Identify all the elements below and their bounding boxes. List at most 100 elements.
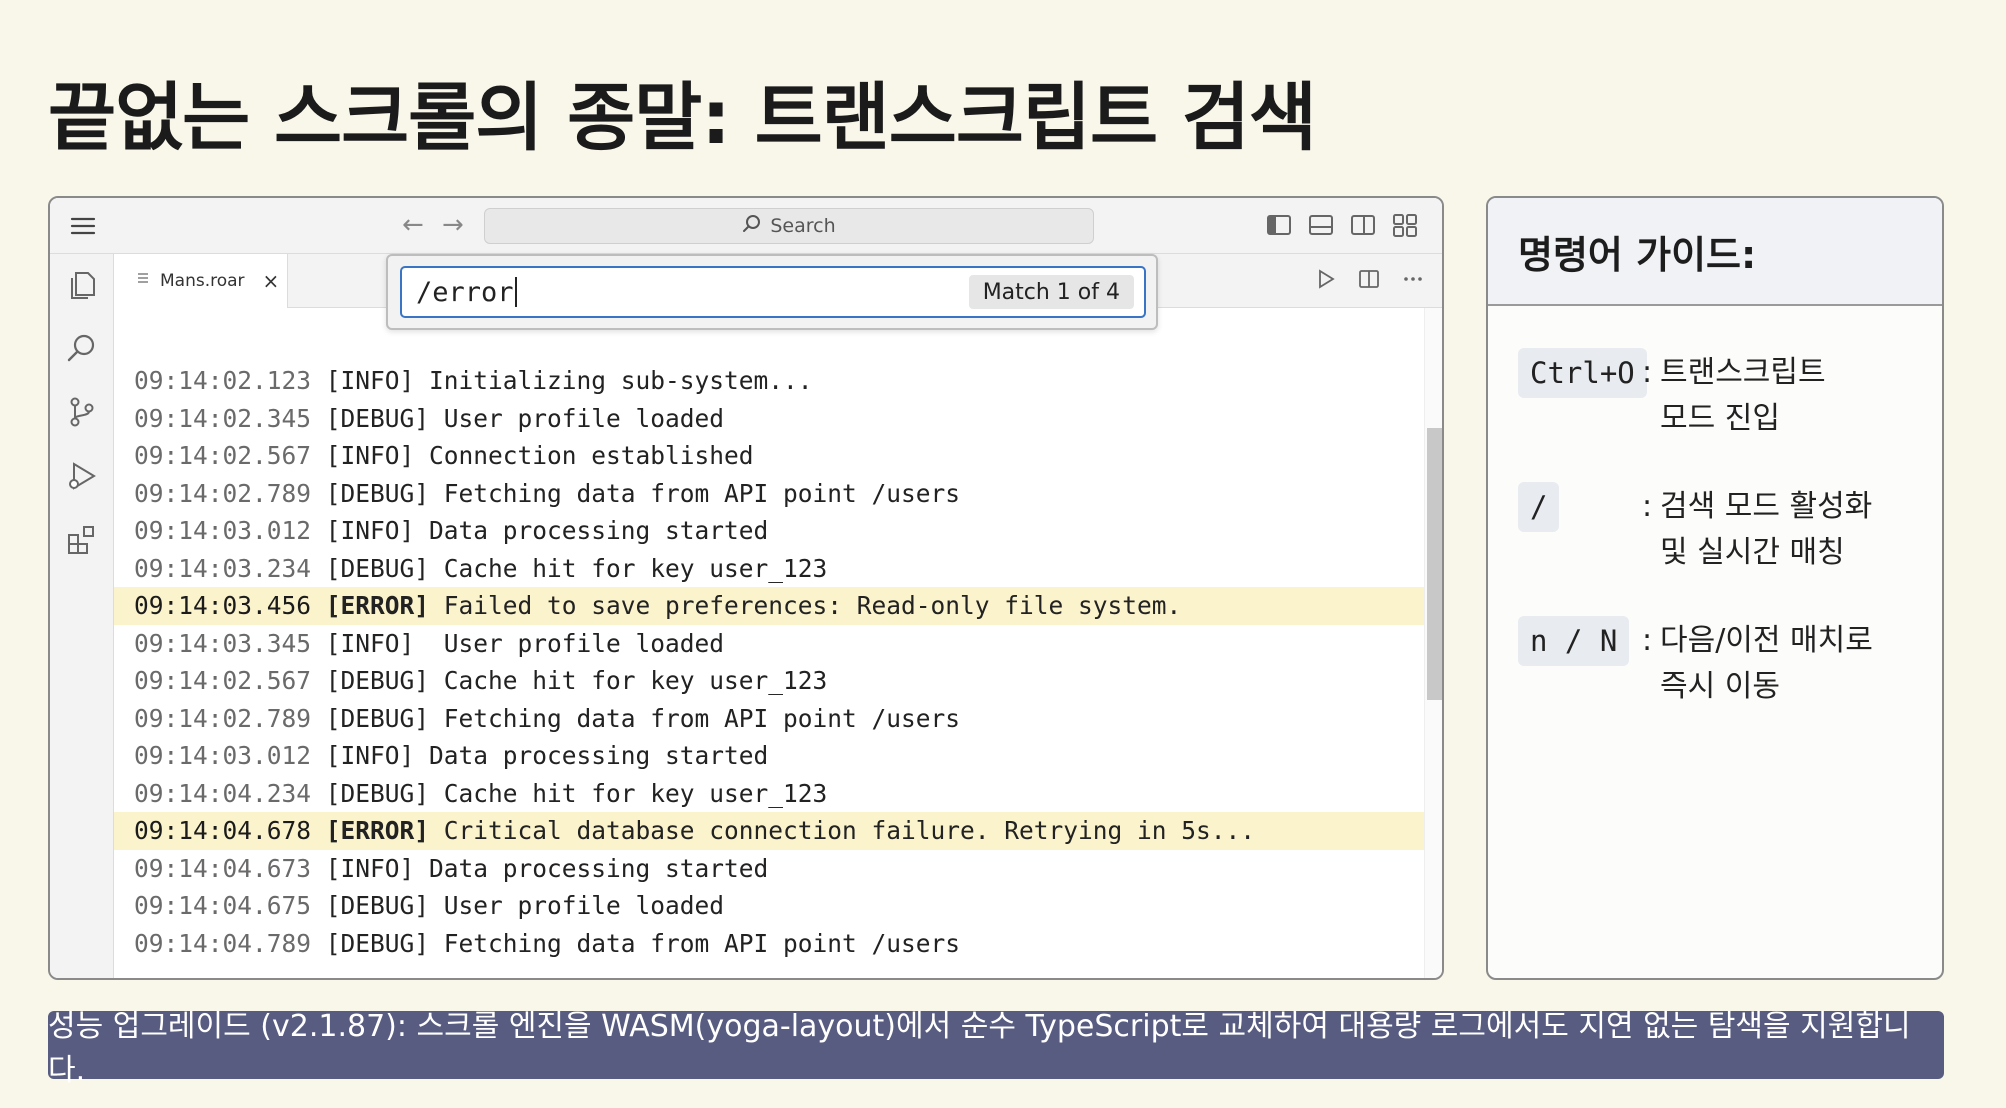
transcript-log[interactable]: 09:14:02.123 [INFO] Initializing sub-sys…	[114, 308, 1424, 978]
log-timestamp: 09:14:02.345	[134, 403, 312, 433]
layout-controls	[1266, 212, 1418, 238]
log-timestamp: 09:14:03.345	[134, 628, 312, 658]
log-timestamp: 09:14:03.012	[134, 741, 312, 770]
log-line: 09:14:02.123 [INFO] Initializing sub-sys…	[114, 362, 1424, 400]
performance-banner: 성능 업그레이드 (v2.1.87): 스크롤 엔진을 WASM(yoga-la…	[48, 1009, 1944, 1088]
command-guide-panel: 명령어 가이드: Ctrl+O : 트랜스크립트 모드 진입 / : 검색 모드…	[1486, 196, 1944, 980]
log-line: 09:14:04.673 [INFO] Data processing star…	[114, 850, 1424, 888]
run-icon[interactable]	[1316, 268, 1336, 296]
log-timestamp: 09:14:04.234	[134, 778, 312, 808]
shortcut-key: Ctrl+O	[1518, 348, 1647, 398]
shortcut-description: : 트랜스크립트 모드 진입	[1642, 355, 1826, 436]
log-message: Data processing started	[414, 516, 769, 545]
log-timestamp: 09:14:02.789	[134, 703, 312, 733]
log-line: 09:14:04.234 [DEBUG] Cache hit for key u…	[114, 775, 1424, 813]
log-message: Cache hit for key user_123	[429, 666, 828, 695]
log-message: Fetching data from API point /users	[429, 478, 961, 508]
log-level: [DEBUG]	[325, 666, 430, 695]
log-level: [DEBUG]	[325, 928, 430, 958]
more-actions-icon[interactable]	[1402, 268, 1424, 296]
log-line: 09:14:04.789 [DEBUG] Fetching data from …	[114, 925, 1424, 963]
match-count-badge: Match 1 of 4	[968, 275, 1134, 309]
log-line: 09:14:03.012 [INFO] Data processing star…	[114, 512, 1424, 550]
log-message: User profile loaded	[429, 403, 725, 433]
shortcut-description: : 다음/이전 매치로 즉시 이동	[1642, 623, 1873, 704]
guide-title: 명령어 가이드:	[1488, 198, 1942, 306]
log-message: Connection established	[414, 441, 754, 470]
scroll-thumb[interactable]	[1427, 428, 1442, 700]
log-level: [ERROR]	[325, 591, 430, 620]
log-message: User profile loaded	[429, 891, 725, 920]
hamburger-menu-icon[interactable]	[70, 214, 96, 238]
log-line: 09:14:02.345 [DEBUG] User profile loaded	[114, 400, 1424, 438]
vertical-scrollbar[interactable]	[1424, 308, 1442, 978]
run-debug-icon[interactable]	[66, 460, 98, 492]
log-line: 09:14:03.345 [INFO] User profile loaded	[114, 625, 1424, 663]
log-message: Failed to save preferences: Read-only fi…	[429, 591, 1182, 620]
toggle-secondary-sidebar-icon[interactable]	[1350, 212, 1376, 238]
log-level: [DEBUG]	[325, 778, 430, 808]
log-timestamp: 09:14:02.567	[134, 441, 312, 470]
editor-window: ← → Search Mans.roar × 09:14:02.123 [INF…	[48, 196, 1444, 980]
shortcut-description: : 검색 모드 활성화 및 실시간 매칭	[1642, 489, 1873, 570]
extensions-icon[interactable]	[66, 524, 98, 556]
editor-actions	[1316, 268, 1424, 296]
shortcut-key: n / N	[1518, 616, 1630, 666]
log-level: [DEBUG]	[325, 403, 430, 433]
log-message: Initializing sub-system...	[414, 366, 813, 395]
log-timestamp: 09:14:04.789	[134, 928, 312, 958]
log-timestamp: 09:14:03.012	[134, 516, 312, 545]
log-line: 09:14:02.567 [DEBUG] Cache hit for key u…	[114, 662, 1424, 700]
find-input[interactable]: /error Match 1 of 4	[400, 266, 1146, 318]
explorer-icon[interactable]	[66, 270, 98, 302]
editor-tab[interactable]: Mans.roar ×	[114, 254, 288, 308]
customize-layout-icon[interactable]	[1392, 212, 1418, 238]
log-timestamp: 09:14:02.123	[134, 366, 312, 395]
toggle-panel-icon[interactable]	[1308, 212, 1334, 238]
source-control-icon[interactable]	[66, 396, 98, 428]
log-level: [INFO]	[325, 628, 415, 658]
log-level: [INFO]	[325, 853, 415, 883]
log-level: [DEBUG]	[325, 553, 430, 583]
log-message: Fetching data from API point /users	[429, 703, 961, 733]
command-search-box[interactable]: Search	[484, 208, 1094, 244]
search-view-icon[interactable]	[66, 332, 98, 364]
back-arrow-icon[interactable]: ←	[402, 210, 424, 240]
log-line: 09:14:04.675 [DEBUG] User profile loaded	[114, 887, 1424, 925]
log-timestamp: 09:14:02.789	[134, 478, 312, 508]
log-message: Cache hit for key user_123	[429, 553, 828, 583]
log-line: 09:14:02.789 [DEBUG] Fetching data from …	[114, 475, 1424, 513]
activity-bar	[50, 254, 114, 978]
search-placeholder: Search	[770, 215, 836, 237]
file-lines-icon	[136, 271, 150, 292]
log-timestamp: 09:14:03.456	[134, 591, 312, 620]
shortcut-key: /	[1518, 482, 1560, 532]
log-line: 09:14:03.234 [DEBUG] Cache hit for key u…	[114, 550, 1424, 588]
log-lines: 09:14:02.123 [INFO] Initializing sub-sys…	[114, 362, 1424, 962]
log-level: [INFO]	[325, 441, 415, 470]
log-line: 09:14:02.789 [DEBUG] Fetching data from …	[114, 700, 1424, 738]
text-caret	[514, 277, 517, 307]
log-message: User profile loaded	[414, 628, 725, 658]
log-message: Critical database connection failure. Re…	[429, 816, 1256, 845]
log-message: Data processing started	[414, 853, 769, 883]
find-query: /error	[416, 276, 514, 308]
log-level: [DEBUG]	[325, 891, 430, 920]
log-timestamp: 09:14:04.673	[134, 853, 312, 883]
log-line-error-match: 09:14:04.678 [ERROR] Critical database c…	[114, 812, 1424, 850]
page-title: 끝없는 스크롤의 종말: 트랜스크립트 검색	[48, 75, 1317, 161]
log-level: [INFO]	[325, 741, 415, 770]
log-line: 09:14:02.567 [INFO] Connection establish…	[114, 437, 1424, 475]
log-level: [INFO]	[325, 516, 415, 545]
forward-arrow-icon[interactable]: →	[442, 210, 464, 240]
log-message: Data processing started	[414, 741, 769, 770]
log-level: [DEBUG]	[325, 478, 430, 508]
log-line: 09:14:03.012 [INFO] Data processing star…	[114, 737, 1424, 775]
log-level: [INFO]	[325, 366, 415, 395]
find-widget: /error Match 1 of 4	[386, 254, 1158, 330]
split-editor-icon[interactable]	[1358, 268, 1380, 296]
close-tab-icon[interactable]: ×	[263, 269, 280, 293]
log-timestamp: 09:14:02.567	[134, 666, 312, 695]
toggle-primary-sidebar-icon[interactable]	[1266, 212, 1292, 238]
search-icon	[742, 214, 762, 239]
